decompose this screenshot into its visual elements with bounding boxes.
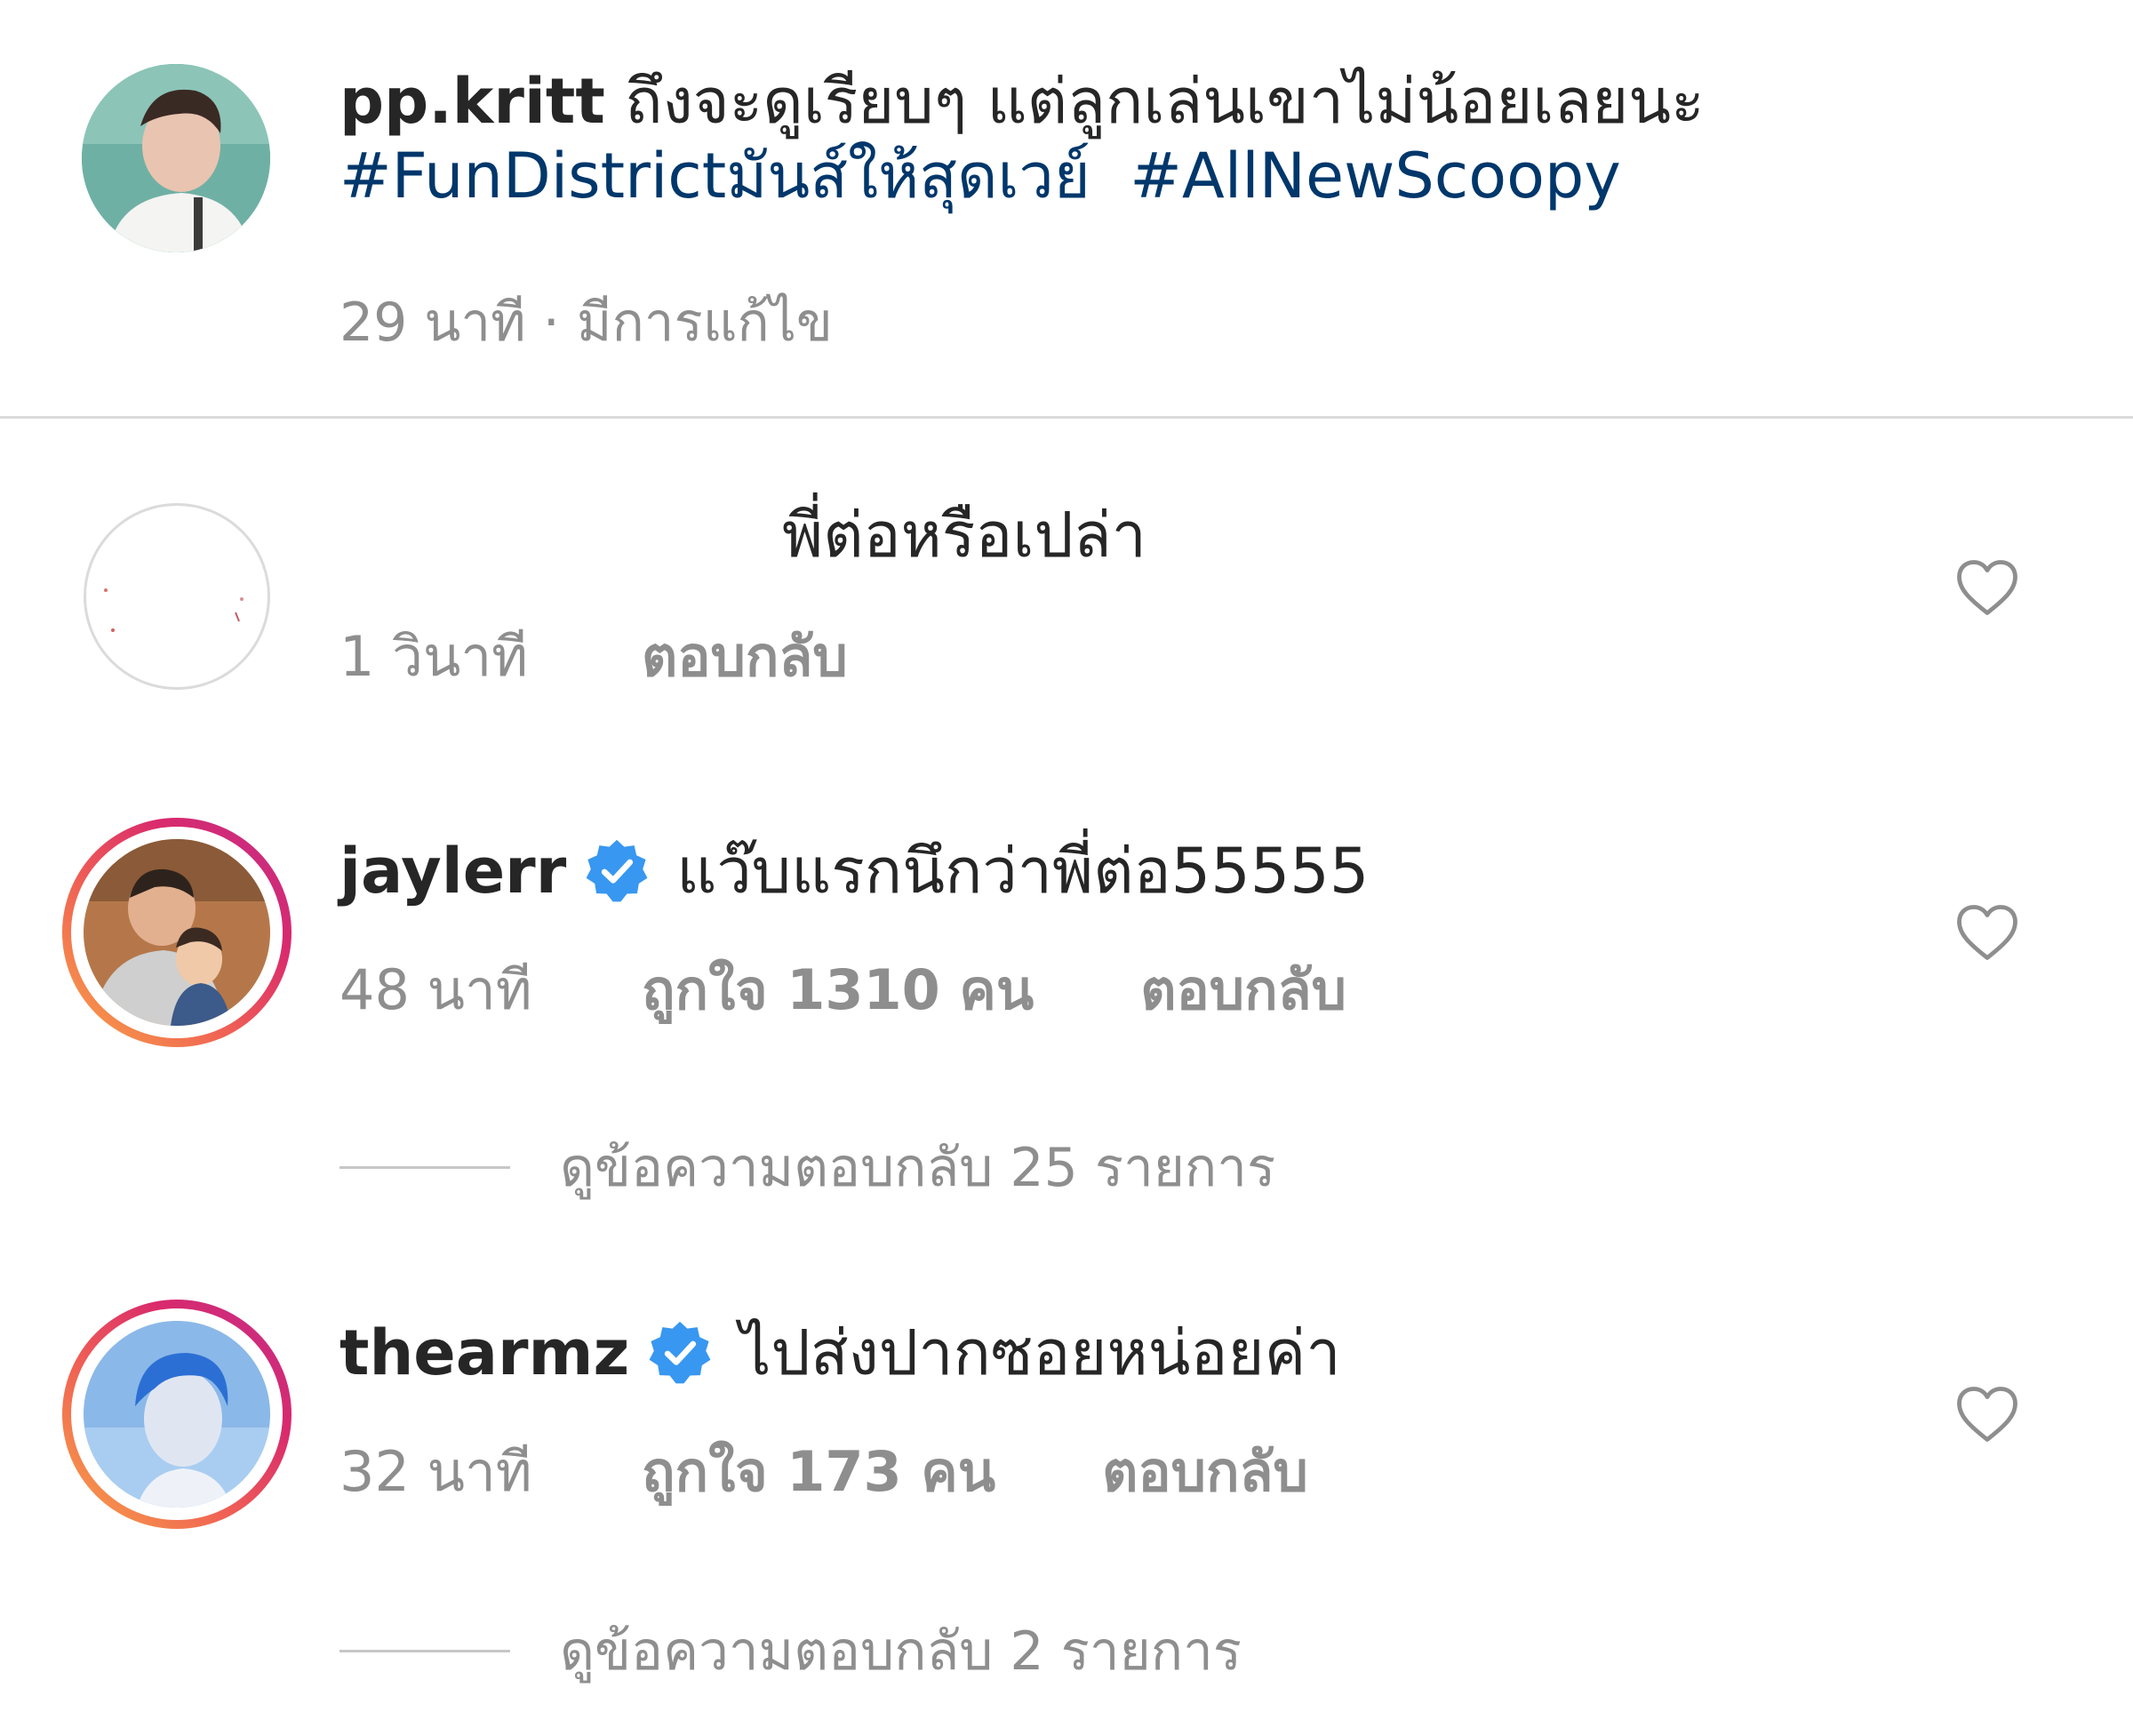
comment-username[interactable]: thearmz bbox=[340, 1316, 629, 1390]
caption-divider bbox=[0, 416, 2133, 419]
view-replies-label: ดูข้อความตอบกลับ 2 รายการ bbox=[560, 1620, 1242, 1683]
reply-button[interactable]: ตอบกลับ bbox=[1102, 1428, 1308, 1516]
caption-timestamp: 29 นาที · มีการแก้ไข bbox=[340, 292, 833, 354]
comment-timestamp: 32 นาที bbox=[340, 1439, 532, 1504]
comment-timestamp: 48 นาที bbox=[340, 957, 532, 1022]
hashtag-link[interactable]: #FunDistrictมันส์ให้สุดเวย์ bbox=[340, 140, 1090, 212]
hashtag-link[interactable]: #AllNewScoopy bbox=[1130, 140, 1621, 212]
verified-badge-icon bbox=[649, 1321, 711, 1384]
reply-button[interactable]: ตอบกลับ bbox=[642, 613, 848, 700]
view-replies-label: ดูข้อความตอบกลับ 25 รายการ bbox=[560, 1137, 1276, 1199]
caption-username[interactable]: pp.kritt bbox=[340, 65, 605, 138]
comment-text: jaylerr แว๊บแรกนึกว่าพี่ต่อ55555 bbox=[340, 834, 1369, 908]
comment-like-count[interactable]: ถูกใจ 173 คน bbox=[642, 1428, 995, 1516]
post-caption: pp.kritt ถึงจะดูเรียบๆ แต่ลูกเล่นเขาไม่น… bbox=[0, 0, 2133, 418]
comment-meta: 48 นาที ถูกใจ 1310 คน ตอบกลับ bbox=[340, 947, 1346, 1034]
view-replies-line bbox=[340, 1650, 510, 1652]
commenter-avatar-story-ring[interactable] bbox=[62, 1300, 292, 1529]
comment-text: thearmz ไปส่งปากซอยหน่อยค่า bbox=[340, 1316, 1341, 1390]
comment-meta: 32 นาที ถูกใจ 173 คน ตอบกลับ bbox=[340, 1428, 1308, 1516]
comment-body: พี่ต่อหรือเปล่า bbox=[782, 499, 1146, 572]
comment-username[interactable]: jaylerr bbox=[340, 834, 566, 908]
commenter-avatar bbox=[84, 839, 270, 1026]
caption-author-avatar[interactable] bbox=[82, 64, 270, 252]
view-replies-line bbox=[340, 1166, 510, 1169]
comment-timestamp: 1 วินาที bbox=[340, 624, 529, 689]
comments-screen: pp.kritt ถึงจะดูเรียบๆ แต่ลูกเล่นเขาไม่น… bbox=[0, 0, 2133, 1736]
heart-outline-icon[interactable] bbox=[1955, 558, 2019, 617]
commenter-avatar[interactable] bbox=[84, 503, 270, 690]
commenter-avatar bbox=[84, 1321, 270, 1508]
comment-meta: 1 วินาที ตอบกลับ bbox=[340, 613, 848, 700]
view-replies-button[interactable]: ดูข้อความตอบกลับ 25 รายการ bbox=[340, 1125, 1275, 1210]
comment-like-count[interactable]: ถูกใจ 1310 คน bbox=[642, 947, 1034, 1034]
heart-outline-icon[interactable] bbox=[1955, 1385, 2019, 1444]
caption-body: ถึงจะดูเรียบๆ แต่ลูกเล่นเขาไม่น้อยเลยนะ bbox=[625, 65, 1705, 138]
comment-body: แว๊บแรกนึกว่าพี่ต่อ55555 bbox=[676, 835, 1370, 908]
reply-button[interactable]: ตอบกลับ bbox=[1140, 947, 1346, 1034]
view-replies-button[interactable]: ดูข้อความตอบกลับ 2 รายการ bbox=[340, 1609, 1242, 1693]
comment-text: พี่ต่อหรือเปล่า bbox=[764, 498, 1146, 572]
caption-text: pp.kritt ถึงจะดูเรียบๆ แต่ลูกเล่นเขาไม่น… bbox=[340, 64, 1850, 213]
commenter-avatar-story-ring[interactable] bbox=[62, 818, 292, 1047]
heart-outline-icon[interactable] bbox=[1955, 903, 2019, 962]
comment-body: ไปส่งปากซอยหน่อยค่า bbox=[739, 1316, 1341, 1389]
verified-badge-icon bbox=[586, 839, 648, 902]
